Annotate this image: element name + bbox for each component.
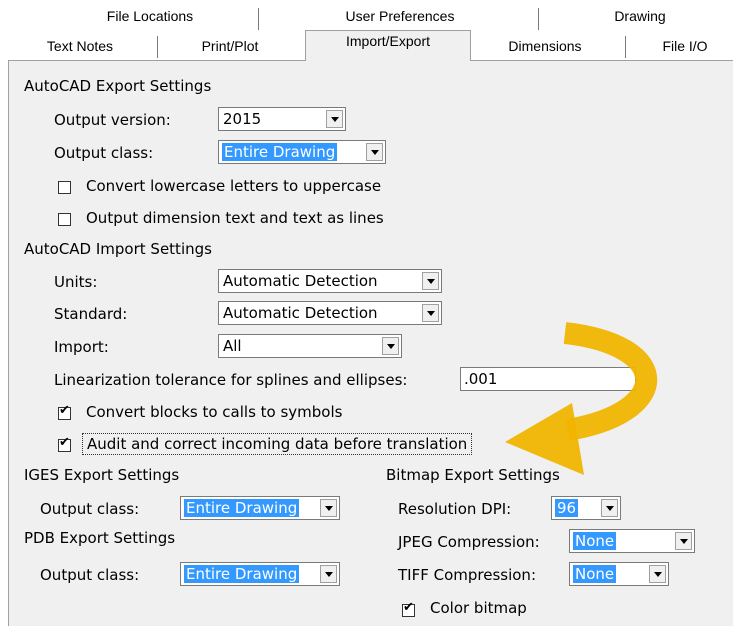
tab-row-1: File Locations User Preferences Drawing bbox=[0, 8, 740, 32]
chevron-down-icon[interactable] bbox=[649, 565, 666, 583]
iges-output-class-dropdown[interactable]: Entire Drawing bbox=[180, 496, 340, 520]
chevron-down-icon[interactable] bbox=[320, 499, 337, 517]
tab-text-notes[interactable]: Text Notes bbox=[20, 38, 140, 54]
units-dropdown[interactable]: Automatic Detection bbox=[218, 269, 442, 293]
autocad-output-class-dropdown[interactable]: Entire Drawing bbox=[218, 140, 386, 164]
output-version-label: Output version: bbox=[54, 111, 171, 129]
tab-print-plot[interactable]: Print/Plot bbox=[170, 38, 290, 54]
dimension-lines-checkbox[interactable] bbox=[58, 213, 71, 226]
chevron-down-icon[interactable] bbox=[320, 565, 337, 583]
tab-file-io[interactable]: File I/O bbox=[640, 38, 730, 54]
tab-separator bbox=[625, 36, 626, 58]
import-value: All bbox=[223, 337, 242, 355]
pdb-output-class-dropdown[interactable]: Entire Drawing bbox=[180, 562, 340, 586]
chevron-down-icon[interactable] bbox=[382, 337, 399, 355]
tab-separator bbox=[538, 8, 539, 30]
units-value: Automatic Detection bbox=[223, 272, 378, 290]
output-version-value: 2015 bbox=[223, 110, 262, 128]
checkmark-icon: ✔ bbox=[59, 403, 70, 418]
iges-export-heading: IGES Export Settings bbox=[24, 466, 180, 484]
tab-separator bbox=[258, 8, 259, 30]
tiff-value: None bbox=[573, 565, 617, 583]
standard-label: Standard: bbox=[54, 305, 128, 323]
tolerance-label: Linearization tolerance for splines and … bbox=[54, 371, 408, 389]
iges-output-class-label: Output class: bbox=[40, 500, 140, 518]
resolution-value: 96 bbox=[555, 499, 579, 517]
jpeg-dropdown[interactable]: None bbox=[569, 529, 695, 553]
tab-drawing[interactable]: Drawing bbox=[590, 8, 690, 24]
chevron-down-icon[interactable] bbox=[675, 532, 692, 550]
chevron-down-icon[interactable] bbox=[601, 499, 618, 517]
pdb-output-class-value: Entire Drawing bbox=[184, 565, 300, 583]
audit-checkbox[interactable]: ✔ bbox=[58, 435, 71, 452]
tiff-label: TIFF Compression: bbox=[398, 566, 536, 584]
tab-row-2: Text Notes Print/Plot Import/Export Dime… bbox=[0, 33, 740, 62]
chevron-down-icon[interactable] bbox=[422, 304, 439, 322]
uppercase-checkbox[interactable] bbox=[58, 181, 71, 194]
import-dropdown[interactable]: All bbox=[218, 334, 402, 358]
units-label: Units: bbox=[54, 273, 98, 291]
standard-value: Automatic Detection bbox=[223, 304, 378, 322]
color-bitmap-checkbox[interactable]: ✔ bbox=[402, 600, 415, 617]
bitmap-export-heading: Bitmap Export Settings bbox=[386, 466, 560, 484]
autocad-output-class-value: Entire Drawing bbox=[222, 143, 338, 161]
blocks-checkbox[interactable]: ✔ bbox=[58, 403, 71, 420]
import-label: Import: bbox=[54, 338, 109, 356]
iges-output-class-value: Entire Drawing bbox=[184, 499, 300, 517]
chevron-down-icon[interactable] bbox=[326, 110, 343, 128]
tolerance-input[interactable]: .001 bbox=[460, 367, 636, 391]
audit-label: Audit and correct incoming data before t… bbox=[82, 433, 473, 455]
tab-user-preferences[interactable]: User Preferences bbox=[320, 8, 480, 24]
checkmark-icon: ✔ bbox=[403, 600, 414, 615]
autocad-export-heading: AutoCAD Export Settings bbox=[24, 77, 212, 95]
color-bitmap-label: Color bitmap bbox=[430, 599, 527, 617]
tiff-dropdown[interactable]: None bbox=[569, 562, 669, 586]
chevron-down-icon[interactable] bbox=[366, 143, 383, 161]
pdb-output-class-label: Output class: bbox=[40, 566, 140, 584]
jpeg-value: None bbox=[573, 532, 617, 550]
output-version-dropdown[interactable]: 2015 bbox=[218, 107, 346, 131]
tolerance-value: .001 bbox=[464, 370, 498, 388]
tab-separator bbox=[157, 36, 158, 58]
tab-import-export[interactable]: Import/Export bbox=[305, 33, 471, 49]
chevron-down-icon[interactable] bbox=[422, 272, 439, 290]
jpeg-label: JPEG Compression: bbox=[398, 533, 540, 551]
pdb-export-heading: PDB Export Settings bbox=[24, 529, 176, 547]
tab-dimensions[interactable]: Dimensions bbox=[485, 38, 605, 54]
uppercase-label: Convert lowercase letters to uppercase bbox=[86, 177, 382, 195]
resolution-dropdown[interactable]: 96 bbox=[551, 496, 621, 520]
resolution-label: Resolution DPI: bbox=[398, 500, 512, 518]
standard-dropdown[interactable]: Automatic Detection bbox=[218, 301, 442, 325]
dimension-lines-label: Output dimension text and text as lines bbox=[86, 209, 384, 227]
autocad-import-heading: AutoCAD Import Settings bbox=[24, 240, 212, 258]
output-class-label: Output class: bbox=[54, 144, 154, 162]
checkmark-icon: ✔ bbox=[59, 435, 70, 450]
tab-file-locations[interactable]: File Locations bbox=[60, 8, 240, 24]
blocks-label: Convert blocks to calls to symbols bbox=[86, 403, 343, 421]
